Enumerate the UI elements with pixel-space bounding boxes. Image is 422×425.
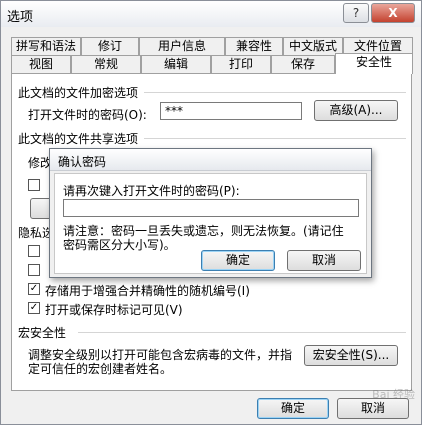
tab-print[interactable]: 打印: [211, 55, 271, 73]
divider: [144, 92, 406, 93]
macro-security-button[interactable]: 宏安全性(S)...: [304, 345, 398, 366]
confirm-password-dialog: 确认密码 请再次键入打开文件时的密码(P): 请注意：密码一旦丢失或遗忘，则无法…: [49, 148, 372, 278]
readonly-checkbox[interactable]: [28, 179, 40, 191]
visible-markup-label: 打开或保存时标记可见(V): [45, 303, 183, 317]
macro-description-2: 定可信任的宏创建者姓名。: [28, 362, 173, 376]
encrypt-heading: 此文档的文件加密选项: [18, 86, 139, 100]
confirm-password-field[interactable]: [63, 199, 359, 217]
tab-save[interactable]: 保存: [271, 55, 335, 73]
dialog-title: 确认密码: [58, 155, 107, 169]
random-number-checkbox[interactable]: ✓: [28, 283, 40, 295]
open-password-field[interactable]: ***: [160, 102, 302, 120]
help-button[interactable]: ?: [343, 3, 369, 23]
divider: [78, 332, 406, 333]
title-bar: 选项 ? X: [1, 1, 421, 27]
tab-user-info[interactable]: 用户信息: [139, 37, 225, 55]
open-password-label: 打开文件时的密码(O):: [28, 108, 147, 122]
tab-security[interactable]: 安全性: [335, 53, 413, 74]
window-title: 选项: [7, 10, 34, 25]
dialog-title-bar: 确认密码: [50, 149, 371, 171]
tab-spelling[interactable]: 拼写和语法: [11, 37, 81, 55]
privacy-checkbox-1[interactable]: [28, 245, 40, 257]
ok-button[interactable]: 确定: [257, 398, 329, 419]
watermark: Bai 经验: [372, 388, 415, 401]
visible-markup-checkbox[interactable]: ✓: [28, 302, 40, 314]
sharing-heading: 此文档的文件共享选项: [18, 132, 139, 146]
advanced-button[interactable]: 高级(A)...: [314, 100, 398, 121]
dialog-note-2: 密码需区分大小写)。: [63, 238, 176, 252]
reenter-password-label: 请再次键入打开文件时的密码(P):: [63, 184, 240, 198]
tab-view[interactable]: 视图: [11, 55, 71, 73]
dialog-ok-button[interactable]: 确定: [201, 250, 275, 271]
close-button[interactable]: X: [371, 3, 415, 23]
random-number-label: 存储用于增强合并精确性的随机编号(I): [45, 284, 250, 298]
tab-compatibility[interactable]: 兼容性: [225, 37, 283, 55]
tab-edit[interactable]: 编辑: [141, 55, 211, 73]
tab-revisions[interactable]: 修订: [81, 37, 139, 55]
tab-asian-typography[interactable]: 中文版式: [283, 37, 343, 55]
dialog-body: 请再次键入打开文件时的密码(P): 请注意：密码一旦丢失或遗忘，则无法恢复。(请…: [54, 173, 367, 274]
divider: [144, 138, 406, 139]
tab-general[interactable]: 常规: [71, 55, 141, 73]
privacy-checkbox-2[interactable]: [28, 264, 40, 276]
macro-heading: 宏安全性: [18, 326, 67, 340]
dialog-cancel-button[interactable]: 取消: [287, 250, 361, 271]
